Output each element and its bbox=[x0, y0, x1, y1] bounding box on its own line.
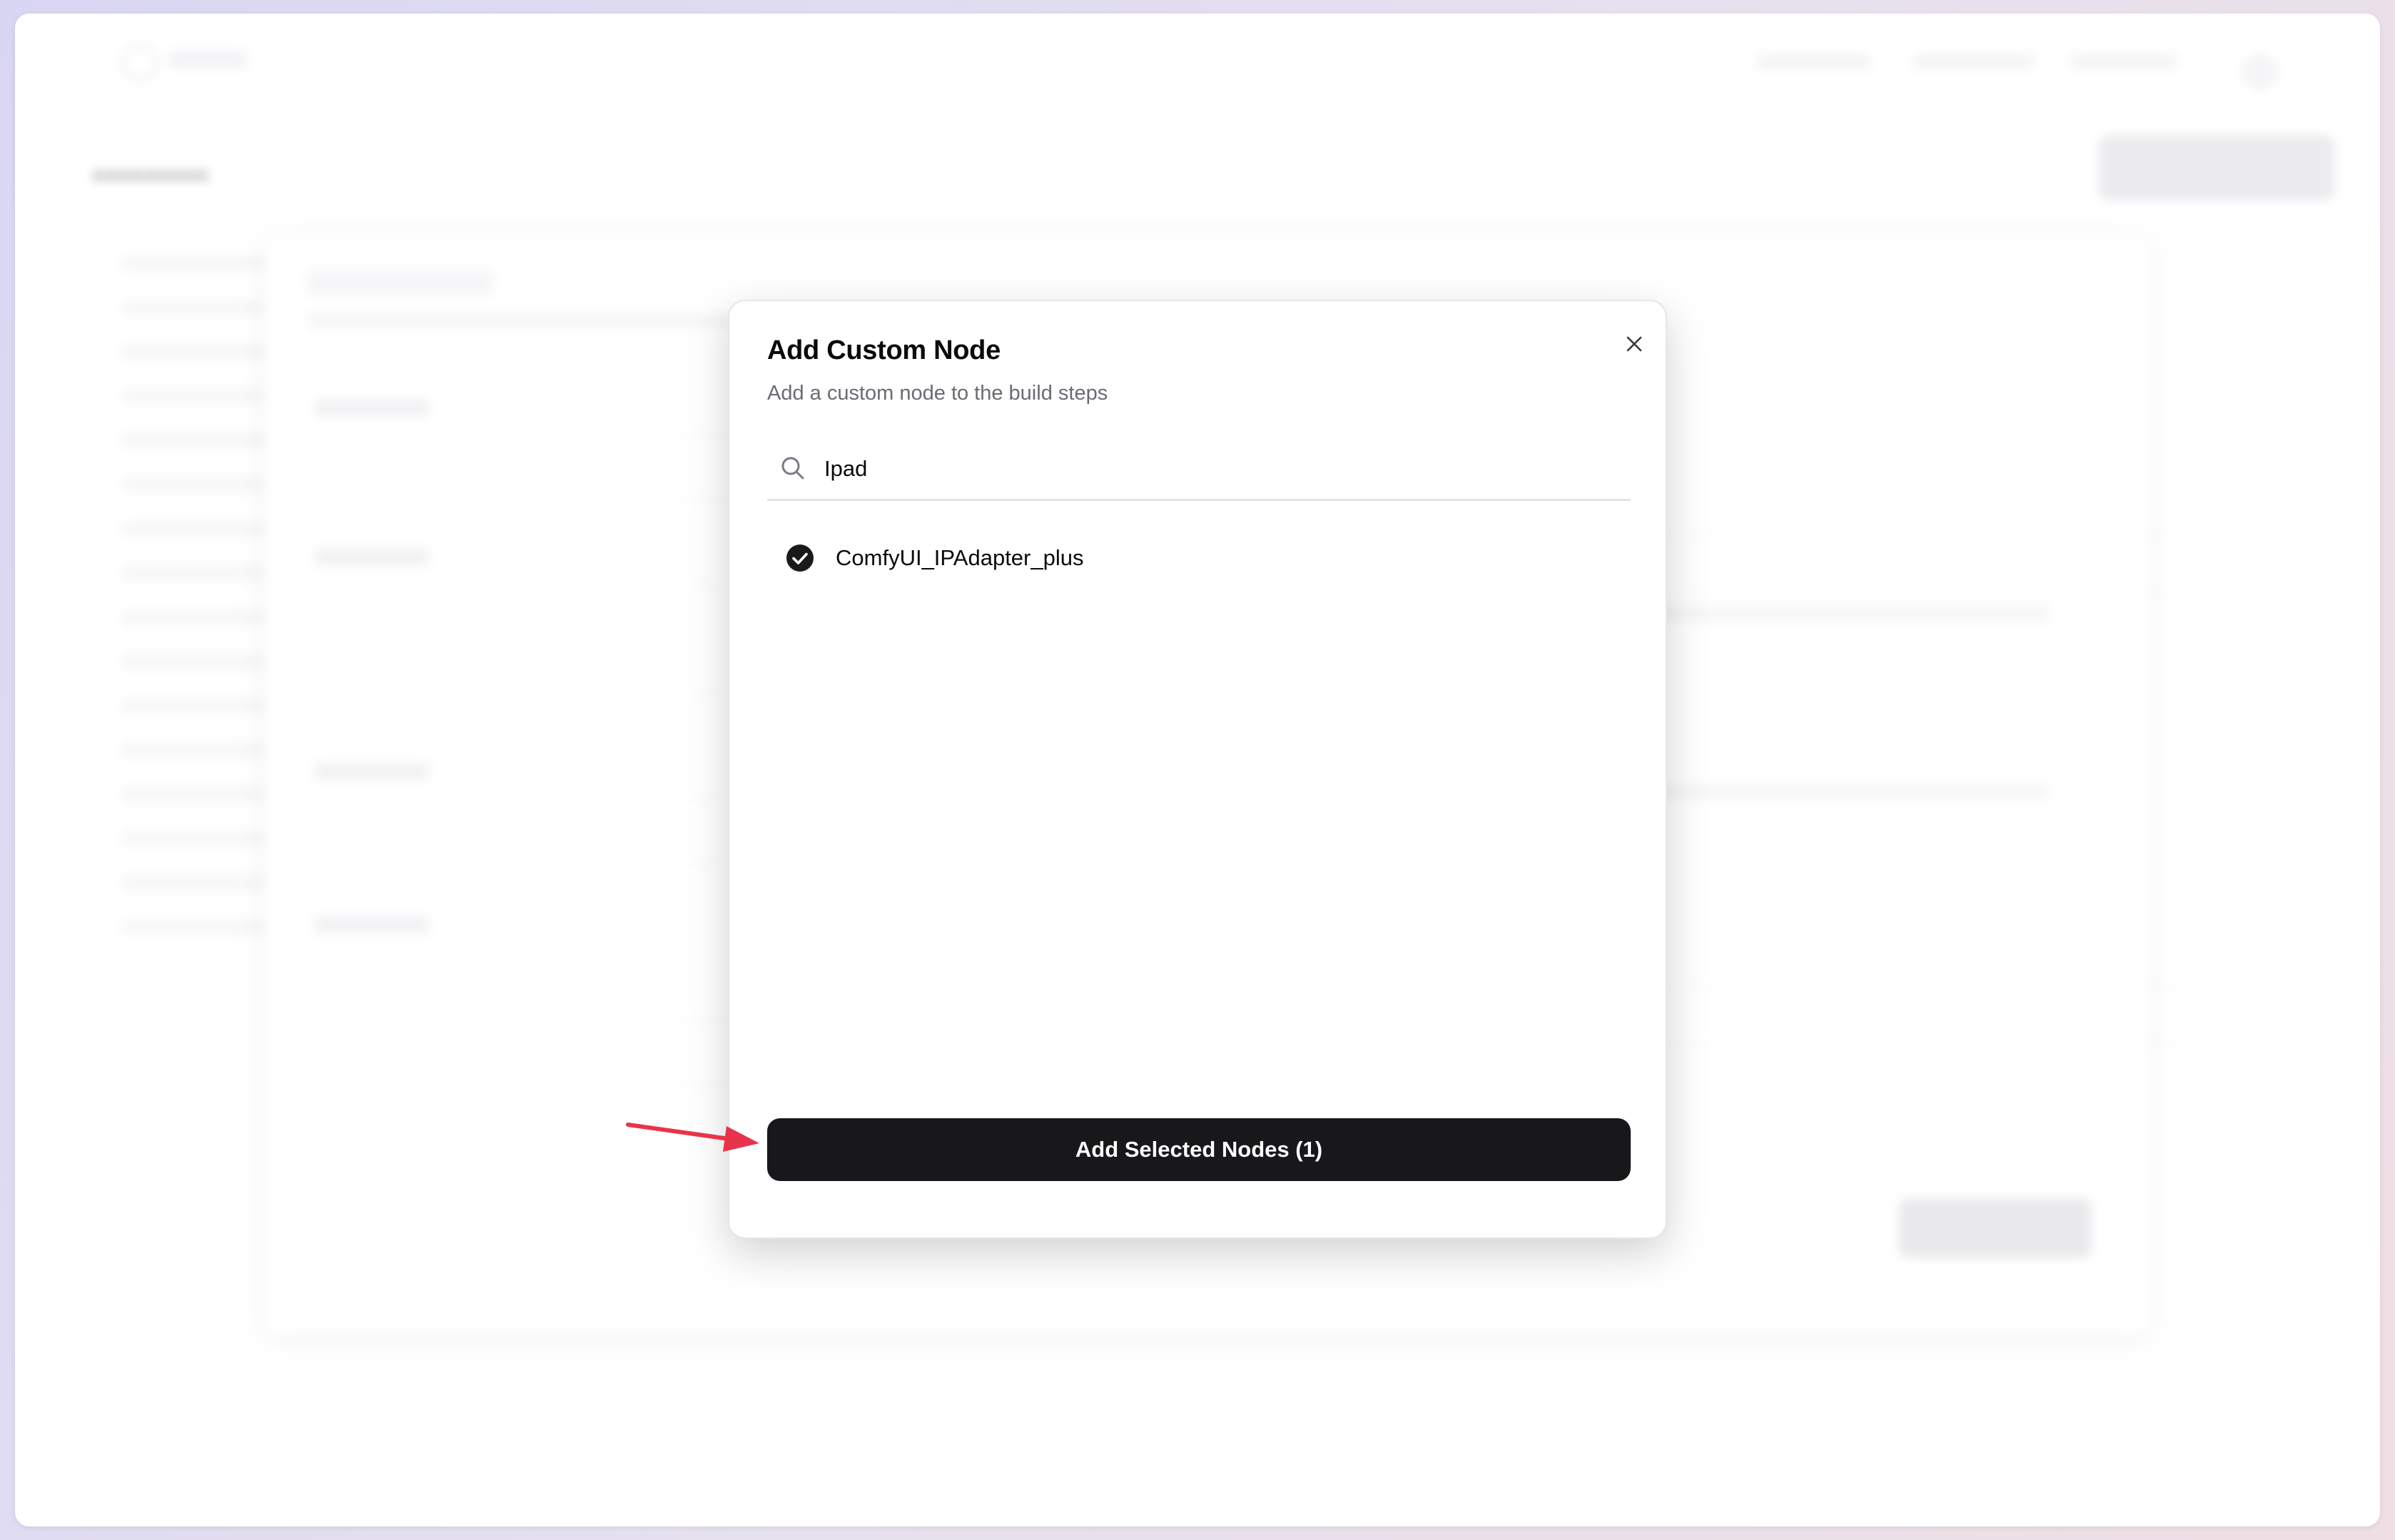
dialog-description: Add a custom node to the build steps bbox=[767, 382, 1108, 405]
add-custom-node-dialog: Add Custom Node Add a custom node to the… bbox=[728, 300, 1667, 1239]
search-input[interactable] bbox=[823, 448, 1611, 490]
node-result-item[interactable]: ComfyUI_IPAdapter_plus bbox=[767, 530, 1631, 587]
search-bar bbox=[767, 438, 1631, 501]
node-result-label: ComfyUI_IPAdapter_plus bbox=[836, 545, 1084, 570]
close-icon bbox=[1626, 336, 1642, 352]
arrow-icon bbox=[626, 1123, 759, 1152]
dialog-title: Add Custom Node bbox=[767, 335, 1001, 365]
check-circle-icon[interactable] bbox=[786, 544, 814, 572]
add-selected-nodes-button[interactable]: Add Selected Nodes (1) bbox=[767, 1118, 1631, 1181]
search-icon bbox=[781, 457, 804, 480]
close-button[interactable] bbox=[1614, 324, 1654, 364]
